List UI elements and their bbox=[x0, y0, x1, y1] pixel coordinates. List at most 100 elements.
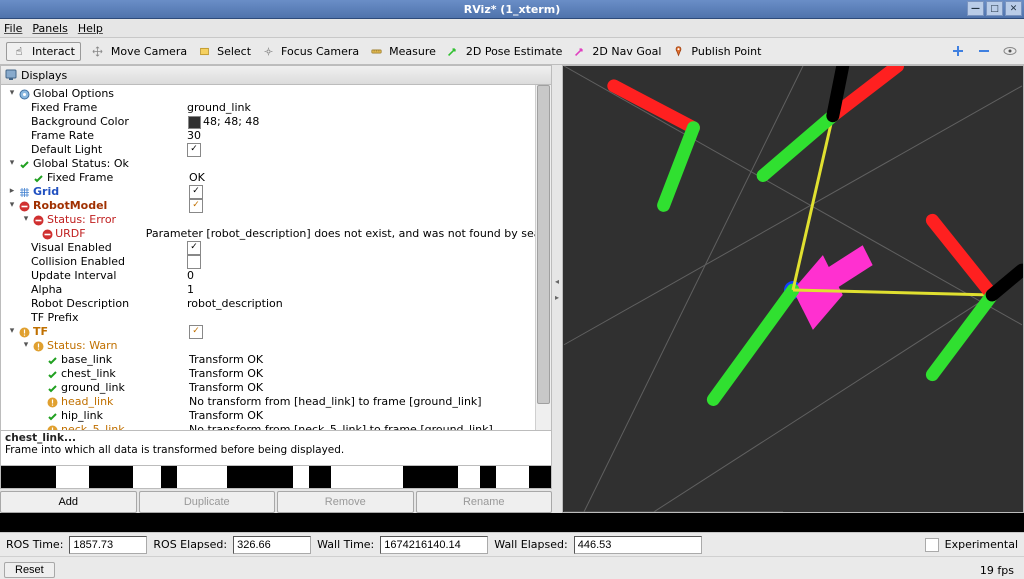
wall-time-field[interactable] bbox=[380, 536, 488, 554]
tree-item-frame-rate[interactable]: Frame Rate 30 bbox=[7, 129, 551, 143]
chevron-right-icon[interactable]: ▸ bbox=[553, 291, 561, 303]
tree-item-tf[interactable]: ▾ TF ✓ bbox=[7, 325, 551, 339]
panel-splitter[interactable]: ◂ ▸ bbox=[552, 65, 562, 513]
tree-item-alpha[interactable]: Alpha 1 bbox=[7, 283, 551, 297]
menu-help[interactable]: Help bbox=[78, 22, 103, 35]
window-minimize-button[interactable]: — bbox=[967, 1, 984, 16]
displays-panel-title[interactable]: Displays bbox=[0, 65, 552, 85]
focus-icon bbox=[261, 45, 275, 57]
description-title: chest_link... bbox=[5, 432, 547, 444]
toolbar-plus-icon[interactable] bbox=[950, 43, 966, 59]
tree-item-gs-fixed-frame[interactable]: Fixed Frame OK bbox=[7, 171, 551, 185]
displays-tree[interactable]: ▾ Global Options Fixed Frame ground_link… bbox=[1, 85, 551, 431]
tree-scrollbar[interactable] bbox=[535, 85, 551, 430]
gear-icon bbox=[17, 88, 31, 100]
experimental-checkbox[interactable] bbox=[925, 538, 939, 552]
wall-elapsed-field[interactable] bbox=[574, 536, 702, 554]
window-title: RViz* (1_xterm) bbox=[464, 3, 560, 16]
tool-focus-camera[interactable]: Focus Camera bbox=[261, 45, 359, 58]
reset-row: Reset 19 fps bbox=[0, 556, 1024, 579]
add-button[interactable]: Add bbox=[0, 491, 137, 513]
select-icon bbox=[197, 45, 211, 57]
menubar: File Panels Help bbox=[0, 19, 1024, 38]
grid-icon bbox=[17, 186, 31, 198]
tree-item-robot-description[interactable]: Robot Description robot_description bbox=[7, 297, 551, 311]
checkbox-checked-icon[interactable]: ✓ bbox=[189, 199, 203, 213]
checkbox-unchecked-icon[interactable] bbox=[187, 255, 201, 269]
arrow-pink-icon bbox=[572, 45, 586, 57]
tree-item-update-interval[interactable]: Update Interval 0 bbox=[7, 269, 551, 283]
tool-2d-nav-goal[interactable]: 2D Nav Goal bbox=[572, 45, 661, 58]
tree-item-default-light[interactable]: Default Light ✓ bbox=[7, 143, 551, 157]
tool-move-camera[interactable]: Move Camera bbox=[91, 45, 187, 58]
tree-item-visual-enabled[interactable]: Visual Enabled ✓ bbox=[7, 241, 551, 255]
description-box: chest_link... Frame into which all data … bbox=[0, 431, 552, 466]
tree-item-global-status[interactable]: ▾ Global Status: Ok bbox=[7, 157, 551, 171]
check-icon bbox=[45, 368, 59, 380]
duplicate-button[interactable]: Duplicate bbox=[139, 491, 276, 513]
check-icon bbox=[45, 354, 59, 366]
menu-panels[interactable]: Panels bbox=[32, 22, 67, 35]
checkbox-checked-icon[interactable]: ✓ bbox=[189, 185, 203, 199]
warn-icon bbox=[31, 340, 45, 352]
check-icon bbox=[17, 158, 31, 170]
window-close-button[interactable]: ✕ bbox=[1005, 1, 1022, 16]
black-divider bbox=[0, 513, 1024, 532]
check-icon bbox=[45, 410, 59, 422]
check-icon bbox=[45, 382, 59, 394]
rename-button[interactable]: Rename bbox=[416, 491, 553, 513]
tree-item-grid[interactable]: ▸ Grid ✓ bbox=[7, 185, 551, 199]
tool-interact[interactable]: ☝ Interact bbox=[6, 42, 81, 61]
tool-publish-point[interactable]: Publish Point bbox=[671, 45, 761, 58]
tree-item-base-link[interactable]: base_link Transform OK bbox=[7, 353, 551, 367]
tree-item-bg-color[interactable]: Background Color 48; 48; 48 bbox=[7, 115, 551, 129]
3d-viewport[interactable] bbox=[562, 65, 1024, 513]
tool-2d-pose-estimate[interactable]: 2D Pose Estimate bbox=[446, 45, 563, 58]
tree-item-ground-link[interactable]: ground_link Transform OK bbox=[7, 381, 551, 395]
wall-time-label: Wall Time: bbox=[317, 538, 374, 551]
status-bar: ROS Time: ROS Elapsed: Wall Time: Wall E… bbox=[0, 532, 1024, 556]
checkbox-checked-icon[interactable]: ✓ bbox=[189, 325, 203, 339]
tree-item-tf-prefix[interactable]: TF Prefix bbox=[7, 311, 551, 325]
tree-item-head-link[interactable]: head_link No transform from [head_link] … bbox=[7, 395, 551, 409]
tf-visualization bbox=[563, 66, 1023, 512]
window-maximize-button[interactable]: □ bbox=[986, 1, 1003, 16]
tree-item-urdf[interactable]: URDF Parameter [robot_description] does … bbox=[7, 227, 551, 241]
error-icon bbox=[31, 214, 45, 226]
ros-elapsed-field[interactable] bbox=[233, 536, 311, 554]
remove-button[interactable]: Remove bbox=[277, 491, 414, 513]
tree-item-rm-status[interactable]: ▾ Status: Error bbox=[7, 213, 551, 227]
warn-icon bbox=[45, 396, 59, 408]
tool-select[interactable]: Select bbox=[197, 45, 251, 58]
tree-item-global-options[interactable]: ▾ Global Options bbox=[7, 87, 551, 101]
ros-elapsed-label: ROS Elapsed: bbox=[153, 538, 227, 551]
tool-measure[interactable]: Measure bbox=[369, 45, 436, 58]
move-icon bbox=[91, 45, 105, 57]
cursor-icon: ☝ bbox=[12, 45, 26, 57]
tree-item-robotmodel[interactable]: ▾ RobotModel ✓ bbox=[7, 199, 551, 213]
menu-file[interactable]: File bbox=[4, 22, 22, 35]
tree-item-neck-5-link[interactable]: neck_5_link No transform from [neck_5_li… bbox=[7, 423, 551, 431]
experimental-label: Experimental bbox=[945, 538, 1018, 551]
fps-label: 19 fps bbox=[980, 564, 1020, 577]
tree-item-fixed-frame[interactable]: Fixed Frame ground_link bbox=[7, 101, 551, 115]
display-icon bbox=[5, 69, 17, 81]
tree-item-collision-enabled[interactable]: Collision Enabled bbox=[7, 255, 551, 269]
displays-panel: Displays ▾ Global Options Fixed Frame gr… bbox=[0, 65, 552, 513]
tree-item-tf-status[interactable]: ▾ Status: Warn bbox=[7, 339, 551, 353]
check-icon bbox=[31, 172, 45, 184]
window-titlebar: RViz* (1_xterm) — □ ✕ bbox=[0, 0, 1024, 19]
tree-item-chest-link[interactable]: chest_link Transform OK bbox=[7, 367, 551, 381]
tree-item-hip-link[interactable]: hip_link Transform OK bbox=[7, 409, 551, 423]
checkbox-checked-icon[interactable]: ✓ bbox=[187, 241, 201, 255]
unknown-strip bbox=[0, 466, 552, 489]
chevron-left-icon[interactable]: ◂ bbox=[553, 275, 561, 287]
ros-time-field[interactable] bbox=[69, 536, 147, 554]
toolbar-minus-icon[interactable] bbox=[976, 43, 992, 59]
error-icon bbox=[42, 228, 53, 240]
toolbar-eye-icon[interactable] bbox=[1002, 43, 1018, 59]
checkbox-checked-icon[interactable]: ✓ bbox=[187, 143, 201, 157]
warn-icon bbox=[17, 326, 31, 338]
reset-button[interactable]: Reset bbox=[4, 562, 55, 578]
warn-icon bbox=[45, 424, 59, 431]
